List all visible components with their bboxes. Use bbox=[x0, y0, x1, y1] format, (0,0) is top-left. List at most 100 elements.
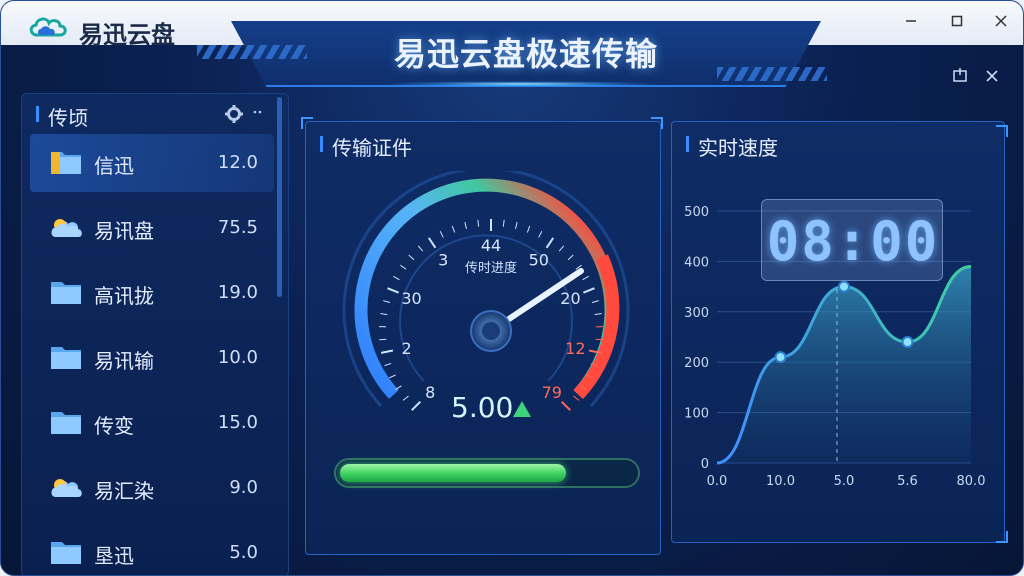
y-tick-label: 300 bbox=[684, 306, 709, 321]
gauge-tick-label: 2 bbox=[402, 339, 412, 358]
sidebar-item-name: 易汇染 bbox=[94, 479, 154, 503]
data-point bbox=[838, 280, 850, 293]
close-button[interactable] bbox=[987, 9, 1015, 33]
sidebar-item-name: 传变 bbox=[94, 414, 134, 438]
gauge-tick bbox=[464, 221, 467, 230]
gauge-tick bbox=[583, 287, 595, 294]
gauge-tick bbox=[411, 401, 421, 411]
corner-accent bbox=[996, 531, 1008, 543]
gauge-tick bbox=[393, 275, 400, 281]
decor-stripes-left bbox=[197, 45, 307, 59]
sidebar-item[interactable]: 易汇染 9.0 bbox=[30, 459, 274, 517]
transfer-panel-title: 传输证件 bbox=[332, 136, 412, 160]
cloud-icon bbox=[51, 479, 82, 497]
panel-close-button[interactable] bbox=[983, 67, 1003, 87]
gauge-tick bbox=[389, 374, 396, 379]
section-marker bbox=[320, 136, 323, 152]
app-name: 易迅云盘 bbox=[79, 21, 175, 49]
sidebar-item-value: 12.0 bbox=[217, 152, 258, 173]
progress-fill bbox=[340, 464, 567, 482]
minimize-button[interactable] bbox=[897, 9, 925, 33]
gauge-tick bbox=[400, 264, 407, 270]
gauge-tick bbox=[594, 312, 602, 316]
gauge-tick-label: 44 bbox=[481, 236, 501, 255]
gauge-caption: 传时进度 bbox=[464, 261, 517, 276]
settings-button[interactable] bbox=[224, 104, 244, 129]
sidebar-item-name: 信迅 bbox=[94, 154, 134, 178]
gauge-tick-label: 30 bbox=[401, 289, 421, 308]
sidebar-scrollbar[interactable] bbox=[277, 97, 282, 297]
header-glow bbox=[381, 81, 661, 87]
gauge-tick bbox=[387, 287, 399, 294]
sidebar-item-value: 9.0 bbox=[229, 477, 258, 498]
clock-display: 08:00 bbox=[761, 199, 943, 281]
gear-icon bbox=[225, 105, 243, 123]
x-tick-label: 0.0 bbox=[707, 474, 728, 489]
more-icon bbox=[253, 110, 262, 114]
section-marker bbox=[686, 136, 689, 152]
folder-icon bbox=[51, 412, 81, 434]
decor-stripes-right bbox=[717, 67, 827, 81]
gauge-tick bbox=[380, 349, 394, 354]
gauge-tick bbox=[515, 221, 518, 230]
sidebar-item[interactable]: 传变 15.0 bbox=[30, 394, 274, 452]
corner-accent bbox=[301, 117, 313, 129]
speed-panel-title: 实时速度 bbox=[698, 136, 778, 160]
corner-accent bbox=[651, 117, 663, 129]
gauge-tick bbox=[561, 401, 571, 411]
gauge-tick bbox=[567, 254, 574, 261]
sidebar-item-value: 75.5 bbox=[217, 217, 258, 238]
x-tick-label: 10.0 bbox=[766, 474, 795, 489]
sidebar-item[interactable]: 易讯盘 75.5 bbox=[30, 199, 274, 257]
trend-up-icon bbox=[513, 401, 531, 417]
sidebar-item[interactable]: 信迅 12.0 bbox=[30, 134, 274, 192]
sidebar-item-value: 19.0 bbox=[217, 282, 258, 303]
maximize-button[interactable] bbox=[943, 9, 971, 33]
maximize-icon bbox=[951, 15, 963, 27]
app-window: 易迅云盘 易迅云盘极速传输 传顷 信迅 12.0 易讯盘 75.5 高讯拢 19… bbox=[0, 0, 1024, 576]
sidebar-item-value: 5.0 bbox=[229, 542, 258, 563]
x-tick-label: 80.0 bbox=[957, 474, 986, 489]
gauge-tick bbox=[402, 395, 409, 401]
sidebar-item[interactable]: 易讯输 10.0 bbox=[30, 329, 274, 387]
gauge-tick bbox=[545, 237, 555, 249]
sidebar-item-name: 易讯输 bbox=[94, 349, 154, 373]
gauge-tick bbox=[526, 225, 531, 233]
gauge-tick bbox=[477, 219, 480, 227]
folder-icon bbox=[51, 152, 81, 174]
section-marker bbox=[36, 106, 39, 122]
clock-time: 08:00 bbox=[766, 210, 940, 273]
close-icon bbox=[995, 15, 1007, 27]
transfer-list-sidebar: 传顷 信迅 12.0 易讯盘 75.5 高讯拢 19.0 易讯输 10.0 传变 15.0 易汇染 9… bbox=[21, 93, 289, 575]
gauge-tick bbox=[379, 338, 387, 341]
gauge-tick bbox=[538, 230, 543, 238]
y-tick-label: 500 bbox=[684, 205, 709, 220]
minimize-icon bbox=[906, 20, 916, 22]
sidebar-item[interactable]: 垦迅 5.0 bbox=[30, 524, 274, 575]
sidebar-item-name: 易讯盘 bbox=[94, 219, 154, 243]
gauge-tick-label: 79 bbox=[542, 383, 562, 402]
gauge-tick bbox=[383, 300, 391, 303]
gauge-tick-label: 12 bbox=[565, 339, 585, 358]
corner-accent bbox=[996, 125, 1008, 137]
gauge-tick bbox=[408, 254, 415, 261]
gauge-value: 5.00 bbox=[451, 391, 514, 424]
gauge-red-zone bbox=[573, 254, 620, 399]
sidebar-item-value: 15.0 bbox=[217, 412, 258, 433]
gauge-tick bbox=[380, 312, 388, 316]
gauge-tick bbox=[558, 245, 565, 252]
gauge-tick bbox=[502, 219, 505, 227]
pin-icon bbox=[953, 68, 967, 82]
gauge-tick bbox=[591, 300, 599, 303]
pin-button[interactable] bbox=[951, 67, 971, 87]
gauge-tick bbox=[582, 275, 589, 281]
folder-icon bbox=[51, 542, 81, 564]
gauge-hub-center bbox=[482, 322, 500, 340]
gauge-tick bbox=[573, 395, 580, 401]
more-menu-button[interactable] bbox=[252, 104, 266, 120]
data-point bbox=[901, 336, 914, 349]
gauge-tick bbox=[595, 338, 603, 341]
sidebar-item[interactable]: 高讯拢 19.0 bbox=[30, 264, 274, 322]
speed-area bbox=[717, 266, 971, 463]
gauge-tick bbox=[384, 362, 392, 367]
